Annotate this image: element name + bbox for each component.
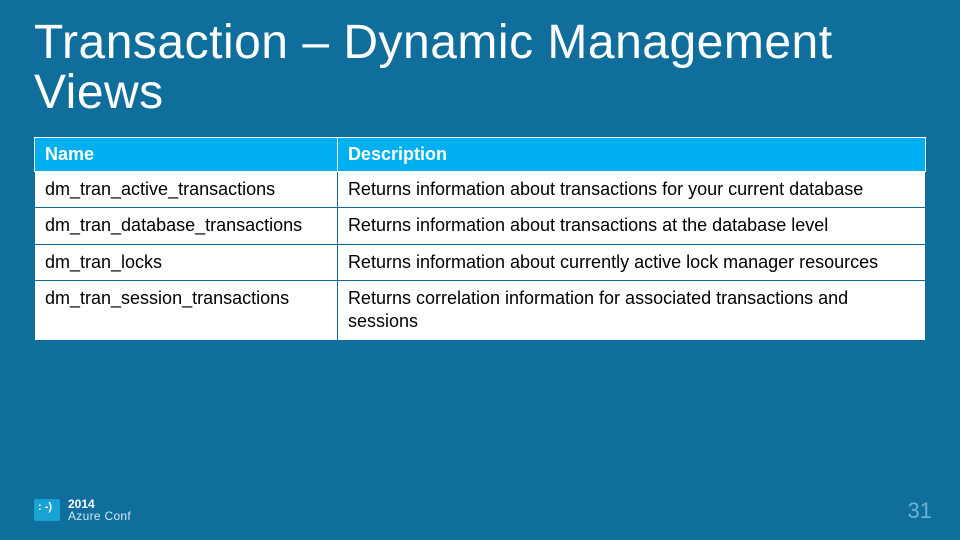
footer-text: 2014 Azure Conf: [68, 498, 131, 522]
cell-name: dm_tran_active_transactions: [35, 171, 338, 207]
table-row: dm_tran_session_transactions Returns cor…: [35, 280, 926, 340]
cell-name: dm_tran_database_transactions: [35, 208, 338, 244]
dmv-table: Name Description dm_tran_active_transact…: [34, 137, 926, 341]
cell-desc: Returns correlation information for asso…: [337, 280, 925, 340]
page-number: 31: [908, 498, 932, 524]
cell-desc: Returns information about currently acti…: [337, 244, 925, 280]
cell-desc: Returns information about transactions f…: [337, 171, 925, 207]
slide-title: Transaction – Dynamic Management Views: [34, 18, 926, 119]
slide: Transaction – Dynamic Management Views N…: [0, 0, 960, 540]
table-row: dm_tran_active_transactions Returns info…: [35, 171, 926, 207]
cell-name: dm_tran_locks: [35, 244, 338, 280]
cell-desc: Returns information about transactions a…: [337, 208, 925, 244]
footer-logo: 2014 Azure Conf: [34, 498, 131, 522]
azure-smiley-icon: [34, 499, 60, 521]
table-row: dm_tran_database_transactions Returns in…: [35, 208, 926, 244]
cell-name: dm_tran_session_transactions: [35, 280, 338, 340]
footer-conf: Azure Conf: [68, 510, 131, 522]
table-row: dm_tran_locks Returns information about …: [35, 244, 926, 280]
table-header-row: Name Description: [35, 137, 926, 171]
header-description: Description: [337, 137, 925, 171]
header-name: Name: [35, 137, 338, 171]
